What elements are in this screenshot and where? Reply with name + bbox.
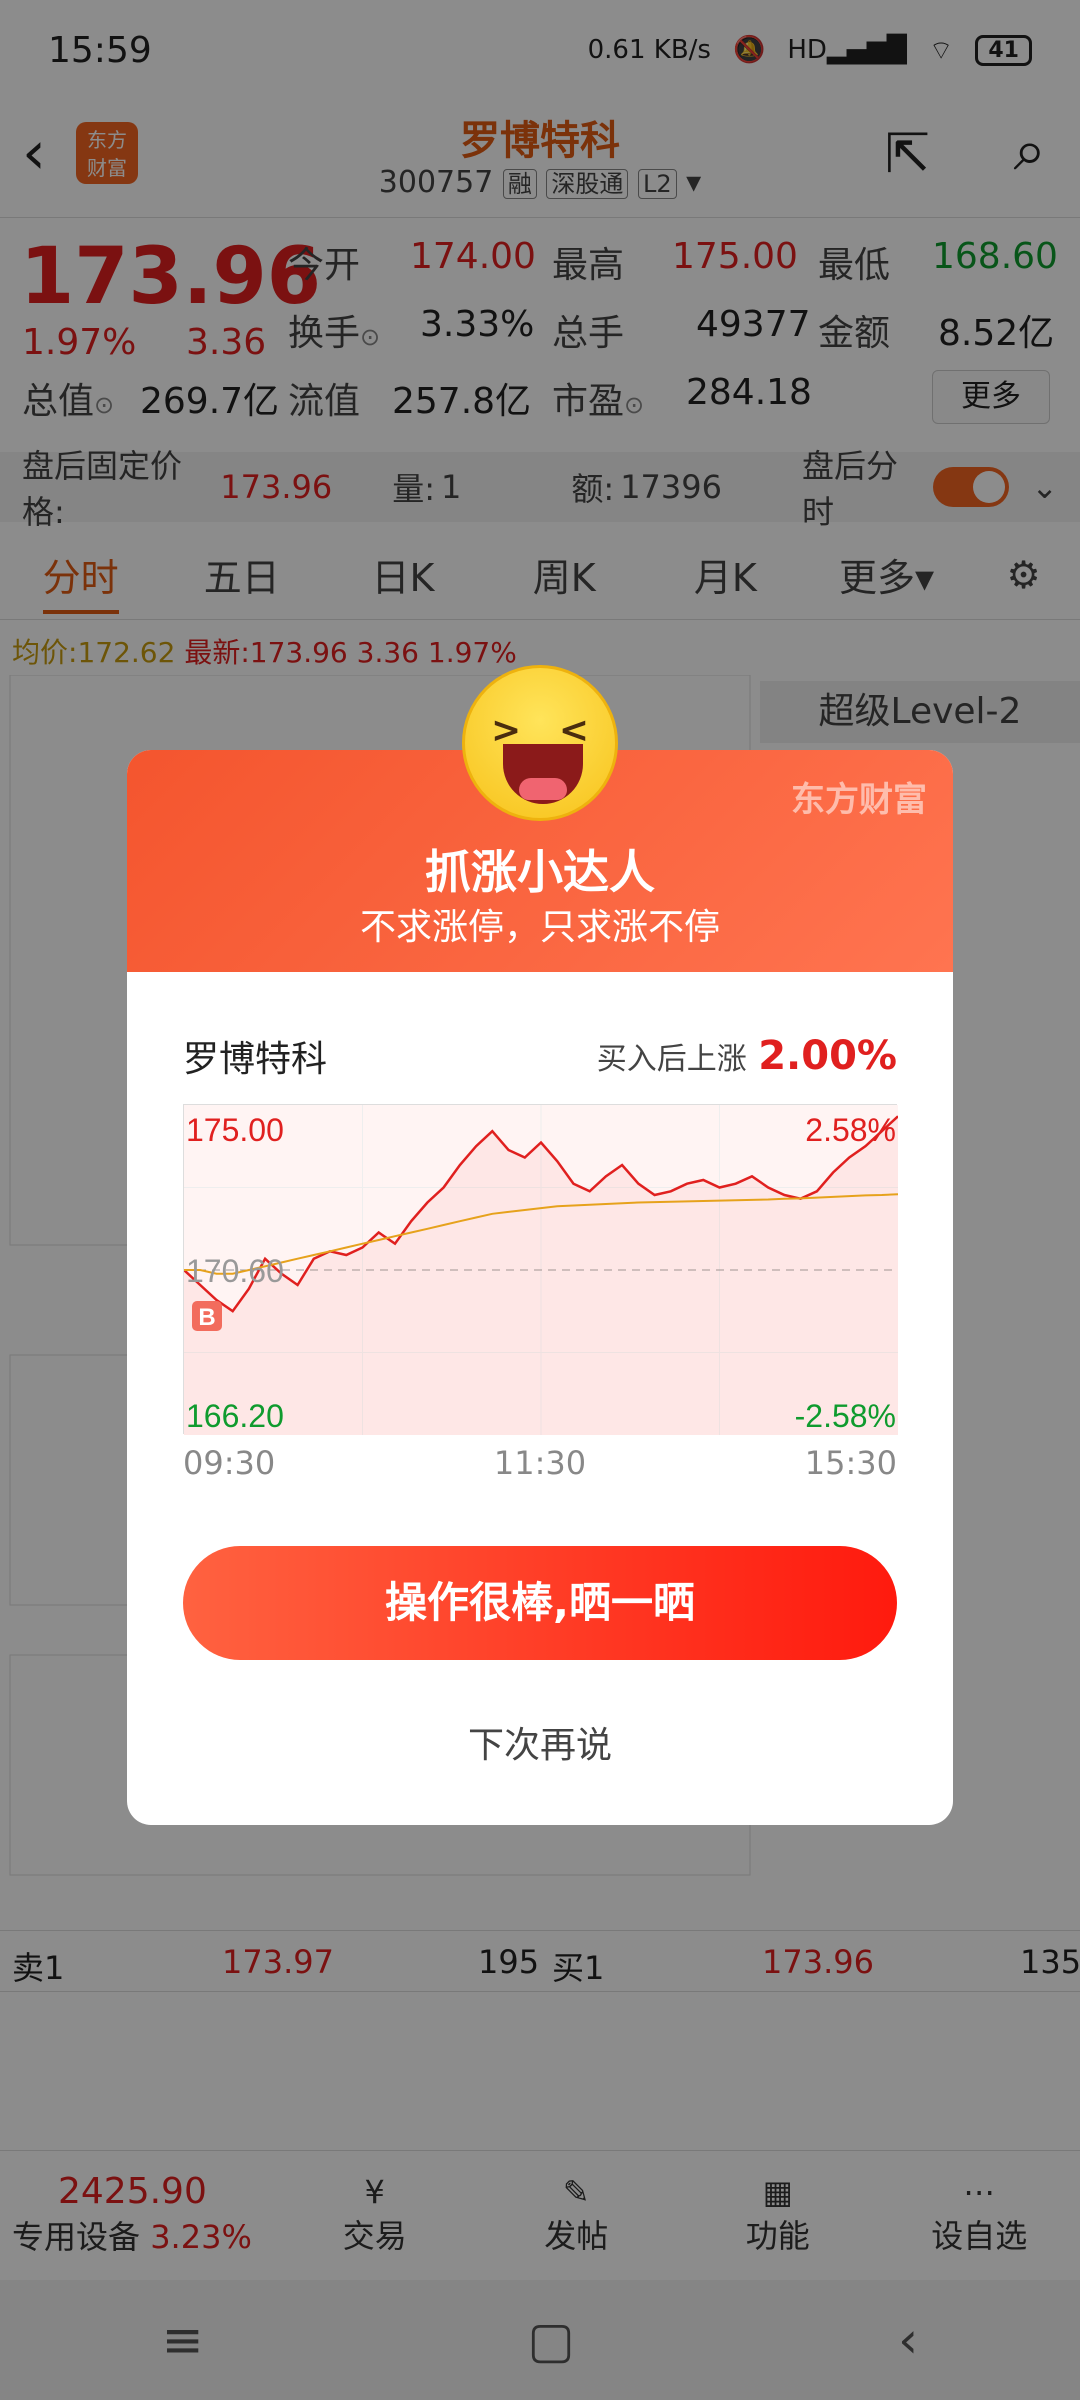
modal-chart-times: 09:30 11:30 15:30 (183, 1444, 897, 1482)
laughing-emoji-icon: > < (462, 665, 618, 821)
y-label-top-pct: 2.58% (805, 1112, 896, 1148)
y-label-top: 175.00 (186, 1112, 284, 1148)
dismiss-button[interactable]: 下次再说 (127, 1716, 953, 1768)
modal-subtitle: 不求涨停，只求涨不停 (359, 907, 720, 948)
y-label-mid: 170.60 (186, 1253, 284, 1289)
modal-chart: 175.00 2.58% 170.60 166.20 -2.58% B (183, 1104, 899, 1435)
modal-title: 抓涨小达人 (425, 845, 655, 899)
share-result-button[interactable]: 操作很棒,晒一晒 (183, 1546, 897, 1660)
y-label-bottom-pct: -2.58% (795, 1398, 896, 1434)
emoji-mouth (503, 744, 583, 804)
modal-stock-name: 罗博特科 (183, 1039, 328, 1080)
modal-stock-row: 罗博特科 买入后上涨 2.00% (183, 1030, 897, 1082)
y-label-bottom: 166.20 (186, 1398, 284, 1434)
buy-marker-label: B (198, 1304, 215, 1331)
gain-label: 买入后上涨 (596, 1042, 747, 1077)
brand-watermark: 东方财富 (791, 780, 927, 820)
gain-value: 2.00% (758, 1033, 897, 1079)
achievement-modal: 东方财富 抓涨小达人 不求涨停，只求涨不停 罗博特科 买入后上涨 2.00% 1… (127, 750, 953, 1825)
modal-chart-svg: 175.00 2.58% 170.60 166.20 -2.58% B (183, 1105, 899, 1435)
time-tick-open: 09:30 (183, 1444, 276, 1482)
time-tick-mid: 11:30 (493, 1444, 587, 1482)
time-tick-close: 15:30 (804, 1444, 897, 1482)
